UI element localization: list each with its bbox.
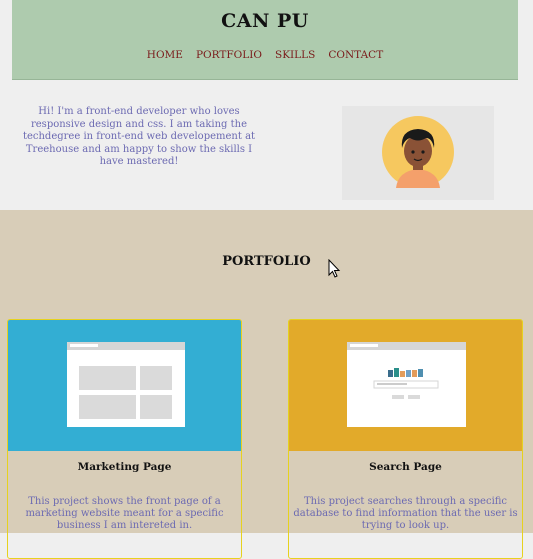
- mouse-cursor-icon: [328, 259, 341, 278]
- portfolio-title: PORTFOLIO: [222, 254, 311, 269]
- project-description: This project shows the front page of a m…: [25, 496, 224, 531]
- project-thumbnail: [8, 320, 241, 451]
- project-card-marketing[interactable]: Marketing Page This project shows the fr…: [7, 319, 242, 559]
- project-description: This project searches through a specific…: [293, 496, 518, 531]
- webpage-mockup-icon: [67, 342, 185, 427]
- nav-home-link[interactable]: HOME: [147, 49, 183, 61]
- site-header: CAN PU HOME PORTFOLIO SKILLS CONTACT: [12, 0, 518, 80]
- project-card-search[interactable]: Search Page This project searches throug…: [288, 319, 523, 559]
- site-title: CAN PU: [221, 10, 309, 32]
- portfolio-section: PORTFOLIO Marketing Page This project sh…: [0, 210, 533, 559]
- nav-portfolio-link[interactable]: PORTFOLIO: [196, 49, 262, 61]
- project-name: Search Page: [369, 461, 442, 473]
- search-mockup-icon: [347, 342, 466, 427]
- avatar-icon: [382, 116, 454, 188]
- nav-contact-link[interactable]: CONTACT: [328, 49, 383, 61]
- project-thumbnail: [289, 320, 522, 451]
- avatar-panel: [342, 106, 494, 200]
- main-nav: HOME PORTFOLIO SKILLS CONTACT: [12, 49, 518, 61]
- nav-skills-link[interactable]: SKILLS: [275, 49, 315, 61]
- project-name: Marketing Page: [77, 461, 172, 473]
- intro-text: Hi! I'm a front-end developer who loves …: [22, 106, 256, 167]
